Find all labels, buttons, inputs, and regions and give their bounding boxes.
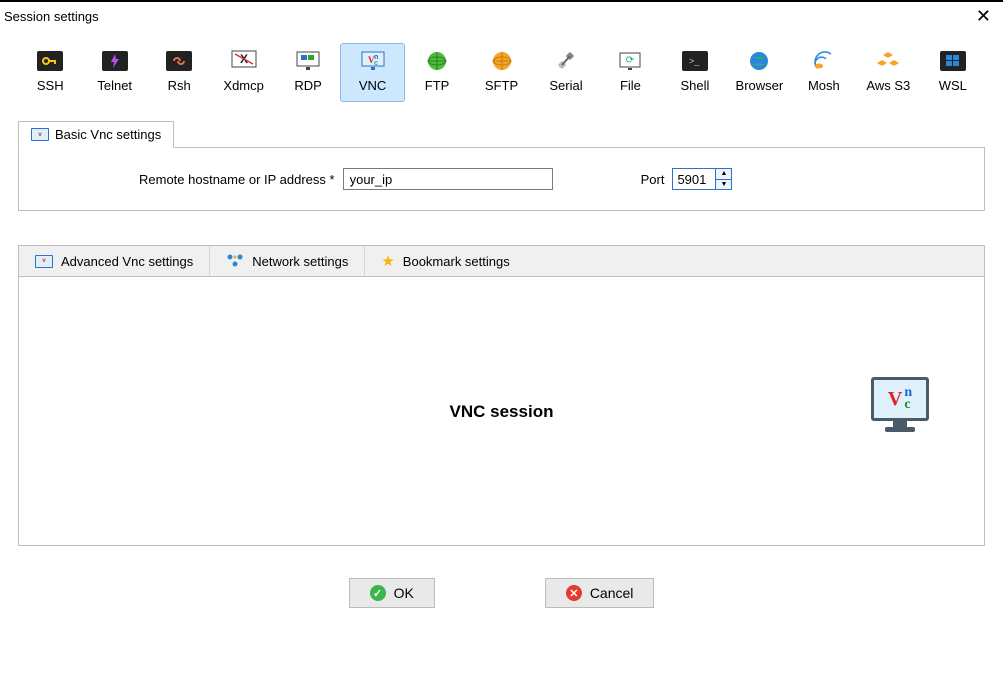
file-icon: ⟳ bbox=[617, 50, 643, 72]
shell-icon: >_ bbox=[682, 50, 708, 72]
port-spin-up[interactable]: ▲ bbox=[716, 169, 731, 180]
port-input[interactable] bbox=[672, 168, 716, 190]
monitor-icon: v bbox=[31, 128, 49, 141]
link-icon bbox=[166, 50, 192, 72]
session-type-rsh[interactable]: Rsh bbox=[147, 43, 211, 102]
tab-label: Bookmark settings bbox=[403, 254, 510, 269]
button-label: Cancel bbox=[590, 585, 634, 601]
cubes-icon bbox=[875, 50, 901, 72]
session-preview-panel: VNC session V n c bbox=[18, 276, 985, 546]
session-type-vnc[interactable]: Vnc VNC bbox=[340, 43, 404, 102]
session-type-xdmcp[interactable]: X Xdmcp bbox=[211, 43, 275, 102]
session-type-mosh[interactable]: Mosh bbox=[792, 43, 856, 102]
session-type-label: Shell bbox=[664, 78, 726, 93]
session-type-label: Aws S3 bbox=[857, 78, 919, 93]
cancel-icon: ✕ bbox=[566, 585, 582, 601]
tab-bookmark-settings[interactable]: ★ Bookmark settings bbox=[365, 246, 525, 276]
session-type-label: Xdmcp bbox=[212, 78, 274, 93]
session-type-ftp[interactable]: FTP bbox=[405, 43, 469, 102]
satellite-icon bbox=[811, 50, 837, 72]
window-title: Session settings bbox=[4, 9, 99, 24]
network-icon bbox=[226, 253, 244, 270]
session-type-label: File bbox=[599, 78, 661, 93]
session-type-toolbar: SSH Telnet Rsh X Xdmcp RDP Vnc VNC FTP S… bbox=[0, 33, 1003, 102]
tab-label: Network settings bbox=[252, 254, 348, 269]
key-icon bbox=[37, 50, 63, 72]
port-spin-down[interactable]: ▼ bbox=[716, 180, 731, 190]
session-title: VNC session bbox=[19, 402, 984, 422]
tab-network-settings[interactable]: Network settings bbox=[210, 246, 365, 276]
globe-green-icon bbox=[424, 50, 450, 72]
globe-orange-icon bbox=[489, 50, 515, 72]
session-type-serial[interactable]: Serial bbox=[534, 43, 598, 102]
session-type-label: Rsh bbox=[148, 78, 210, 93]
cancel-button[interactable]: ✕ Cancel bbox=[545, 578, 655, 608]
windows-icon bbox=[940, 50, 966, 72]
svg-text:⟳: ⟳ bbox=[626, 55, 635, 66]
basic-settings-panel: Remote hostname or IP address * Port ▲ ▼ bbox=[18, 147, 985, 211]
session-type-label: FTP bbox=[406, 78, 468, 93]
globe-blue-icon bbox=[746, 50, 772, 72]
session-type-rdp[interactable]: RDP bbox=[276, 43, 340, 102]
session-type-label: RDP bbox=[277, 78, 339, 93]
button-label: OK bbox=[394, 585, 414, 601]
svg-text:c: c bbox=[374, 60, 378, 67]
session-type-sftp[interactable]: SFTP bbox=[469, 43, 533, 102]
session-type-label: SSH bbox=[19, 78, 81, 93]
close-icon[interactable]: ✕ bbox=[970, 5, 997, 27]
xdmcp-icon: X bbox=[231, 50, 257, 72]
tab-advanced-vnc-settings[interactable]: v Advanced Vnc settings bbox=[19, 246, 210, 276]
ok-button[interactable]: ✓ OK bbox=[349, 578, 435, 608]
session-type-telnet[interactable]: Telnet bbox=[82, 43, 146, 102]
vnc-monitor-icon: V n c bbox=[871, 377, 929, 432]
session-type-label: WSL bbox=[922, 78, 984, 93]
port-spinner: ▲ ▼ bbox=[716, 168, 732, 190]
rdp-icon bbox=[295, 50, 321, 72]
monitor-icon: v bbox=[35, 255, 53, 268]
session-type-label: Browser bbox=[728, 78, 790, 93]
session-type-label: VNC bbox=[341, 78, 403, 93]
session-type-ssh[interactable]: SSH bbox=[18, 43, 82, 102]
host-input[interactable] bbox=[343, 168, 553, 190]
session-type-wsl[interactable]: WSL bbox=[921, 43, 985, 102]
tab-basic-vnc-settings[interactable]: v Basic Vnc settings bbox=[18, 121, 174, 148]
plug-icon bbox=[553, 50, 579, 72]
vnc-icon: Vnc bbox=[360, 50, 386, 72]
session-type-label: Mosh bbox=[793, 78, 855, 93]
port-label: Port bbox=[641, 172, 665, 187]
session-type-browser[interactable]: Browser bbox=[727, 43, 791, 102]
secondary-tabbar: v Advanced Vnc settings Network settings… bbox=[18, 245, 985, 276]
lightning-icon bbox=[102, 50, 128, 72]
session-type-label: SFTP bbox=[470, 78, 532, 93]
host-label: Remote hostname or IP address * bbox=[139, 172, 335, 187]
check-icon: ✓ bbox=[370, 585, 386, 601]
tab-label: Advanced Vnc settings bbox=[61, 254, 193, 269]
star-icon: ★ bbox=[381, 252, 394, 270]
svg-text:>_: >_ bbox=[689, 56, 700, 66]
session-type-label: Telnet bbox=[83, 78, 145, 93]
session-type-label: Serial bbox=[535, 78, 597, 93]
session-type-file[interactable]: ⟳ File bbox=[598, 43, 662, 102]
tab-label: Basic Vnc settings bbox=[55, 127, 161, 142]
session-type-shell[interactable]: >_ Shell bbox=[663, 43, 727, 102]
session-type-awss3[interactable]: Aws S3 bbox=[856, 43, 920, 102]
